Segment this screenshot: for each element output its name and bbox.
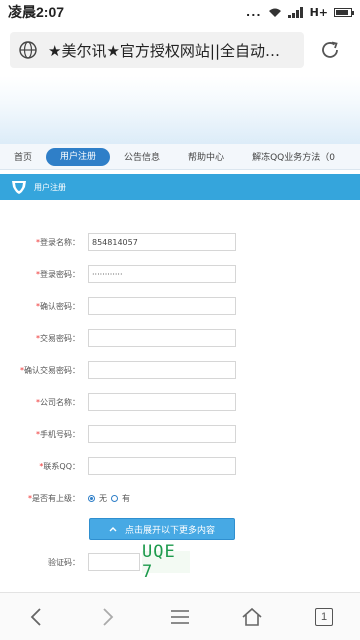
form-row-login-password: *登录密码： ············ bbox=[0, 264, 360, 284]
reload-button[interactable] bbox=[310, 32, 350, 68]
header-banner bbox=[0, 76, 360, 144]
section-title: 用户注册 bbox=[34, 182, 66, 192]
reload-icon[interactable] bbox=[319, 39, 341, 61]
expand-more-label: 点击展开以下更多内容 bbox=[124, 525, 215, 536]
network-type: H+ bbox=[309, 5, 328, 19]
battery-icon bbox=[334, 7, 354, 17]
status-time: 凌晨2:07 bbox=[8, 4, 65, 20]
main-nav: 首页 用户注册 公告信息 帮助中心 解冻QQ业务方法（0 bbox=[0, 144, 360, 170]
nav-item-home[interactable]: 首页 bbox=[0, 150, 46, 163]
home-button[interactable] bbox=[232, 597, 272, 637]
form-row-phone: *手机号码： bbox=[0, 424, 360, 444]
field-label: 是否有上级： bbox=[32, 493, 80, 503]
form-row-confirm-password: *确认密码： bbox=[0, 296, 360, 316]
company-name-input[interactable] bbox=[88, 393, 236, 411]
field-label: 确认密码： bbox=[40, 301, 80, 311]
notification-dots: ... bbox=[246, 5, 262, 19]
nav-item-help[interactable]: 帮助中心 bbox=[174, 150, 238, 163]
menu-button[interactable] bbox=[160, 597, 200, 637]
agent-option-yes[interactable]: 有 bbox=[122, 493, 130, 504]
expand-more-button[interactable]: 点击展开以下更多内容 bbox=[89, 518, 235, 540]
address-bar[interactable]: ★美尔讯★官方授权网站||全自动… bbox=[10, 32, 304, 68]
field-label: 登录密码： bbox=[40, 269, 80, 279]
form-row-agent: *是否有上级： 无 有 bbox=[28, 493, 130, 504]
confirm-password-input[interactable] bbox=[88, 297, 236, 315]
globe-icon[interactable] bbox=[18, 40, 38, 60]
home-icon[interactable] bbox=[241, 607, 263, 627]
confirm-trade-password-input[interactable] bbox=[88, 361, 236, 379]
tabs-button[interactable]: 1 bbox=[304, 597, 344, 637]
forward-button[interactable] bbox=[88, 597, 128, 637]
status-icons: ... H+ bbox=[246, 5, 354, 19]
menu-icon[interactable] bbox=[170, 609, 190, 625]
browser-bottom-bar: 1 bbox=[0, 592, 360, 640]
captcha-label: 验证码： bbox=[48, 557, 80, 567]
chevron-up-icon bbox=[109, 527, 117, 532]
qq-input[interactable] bbox=[88, 457, 236, 475]
agent-option-none[interactable]: 无 bbox=[99, 493, 107, 504]
captcha-input[interactable] bbox=[88, 553, 140, 571]
login-name-input[interactable]: 854814057 bbox=[88, 233, 236, 251]
field-label: 联系QQ： bbox=[43, 461, 80, 471]
form-row-company-name: *公司名称： bbox=[0, 392, 360, 412]
nav-item-unfreeze[interactable]: 解冻QQ业务方法（0 bbox=[238, 150, 349, 163]
field-label: 手机号码： bbox=[40, 429, 80, 439]
form-row-qq: *联系QQ： bbox=[0, 456, 360, 476]
tab-count[interactable]: 1 bbox=[315, 607, 333, 626]
forward-icon[interactable] bbox=[101, 607, 115, 627]
back-icon[interactable] bbox=[29, 607, 43, 627]
status-bar: 凌晨2:07 ... H+ bbox=[0, 0, 360, 24]
field-label: 公司名称： bbox=[40, 397, 80, 407]
form-row-confirm-trade-password: *确认交易密码： bbox=[0, 360, 360, 380]
signal-icon bbox=[287, 6, 304, 18]
shield-icon bbox=[12, 181, 26, 194]
field-label: 登录名称： bbox=[40, 237, 80, 247]
form-row-login-name: *登录名称： 854814057 bbox=[0, 232, 360, 252]
wifi-icon bbox=[268, 8, 281, 17]
agent-radio-yes[interactable] bbox=[111, 494, 118, 502]
nav-item-notices[interactable]: 公告信息 bbox=[110, 150, 174, 163]
section-header: 用户注册 bbox=[0, 174, 360, 200]
captcha-image[interactable]: UQE 7 bbox=[142, 542, 190, 582]
back-button[interactable] bbox=[16, 597, 56, 637]
trade-password-input[interactable] bbox=[88, 329, 236, 347]
agent-radio-group: 无 有 bbox=[88, 493, 130, 504]
form-row-captcha: 验证码： UQE 7 bbox=[0, 542, 360, 582]
agent-radio-none[interactable] bbox=[88, 494, 95, 502]
browser-toolbar: ★美尔讯★官方授权网站||全自动… bbox=[0, 24, 360, 76]
phone-input[interactable] bbox=[88, 425, 236, 443]
nav-item-register[interactable]: 用户注册 bbox=[46, 147, 111, 166]
url-text[interactable]: ★美尔讯★官方授权网站||全自动… bbox=[48, 40, 280, 61]
login-password-input[interactable]: ············ bbox=[88, 265, 236, 283]
field-label: 交易密码： bbox=[40, 333, 80, 343]
field-label: 确认交易密码： bbox=[24, 365, 80, 375]
form-row-trade-password: *交易密码： bbox=[0, 328, 360, 348]
